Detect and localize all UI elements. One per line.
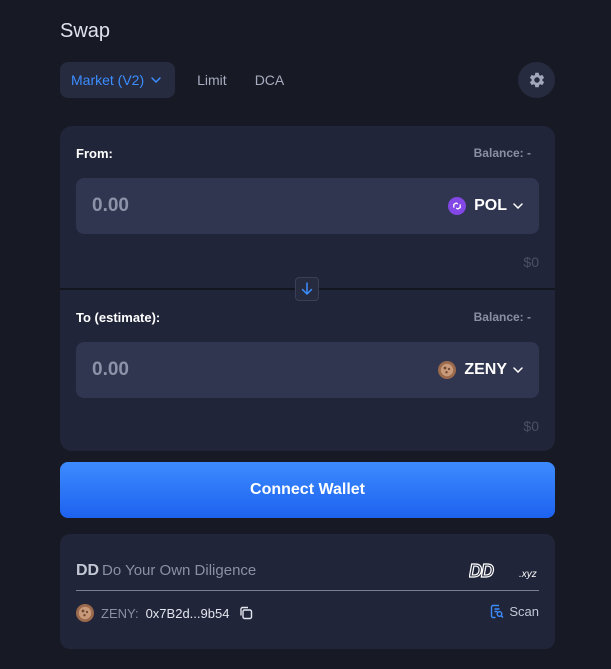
scan-label: Scan xyxy=(509,604,539,619)
dd-logo: DD .xyz xyxy=(469,562,537,580)
from-usd-value: $0 xyxy=(523,254,539,270)
order-type-tabs: Market (V2) Limit DCA xyxy=(60,62,284,98)
tab-market-label: Market (V2) xyxy=(71,72,145,88)
from-label: From: xyxy=(76,146,113,161)
svg-text:.xyz: .xyz xyxy=(519,569,537,580)
to-token-name: ZENY xyxy=(464,361,507,378)
chevron-down-icon xyxy=(513,203,523,209)
scan-icon xyxy=(491,604,504,619)
chevron-down-icon xyxy=(151,77,161,83)
to-usd-value: $0 xyxy=(523,418,539,434)
from-token-select[interactable]: POL xyxy=(448,178,523,234)
dd-token-info: ZENY: 0x7B2d...9b54 xyxy=(76,604,253,622)
chevron-down-icon xyxy=(513,367,523,373)
to-balance: Balance: - xyxy=(473,310,531,324)
arrow-down-icon xyxy=(301,282,313,295)
swap-direction-button[interactable] xyxy=(295,277,319,301)
tab-limit[interactable]: Limit xyxy=(197,72,227,88)
copy-icon[interactable] xyxy=(239,606,253,620)
page-title: Swap xyxy=(60,20,111,42)
to-amount-field[interactable]: 0.00 ZENY xyxy=(76,342,539,398)
zeny-token-icon xyxy=(76,604,94,622)
svg-text:DD: DD xyxy=(469,562,494,580)
dd-token-address: 0x7B2d...9b54 xyxy=(145,605,230,621)
dd-brand: DD xyxy=(76,562,100,579)
gear-icon xyxy=(529,72,544,88)
pol-token-icon xyxy=(448,197,467,215)
zeny-token-icon xyxy=(438,361,457,379)
settings-button[interactable] xyxy=(518,62,555,98)
dd-tagline: Do Your Own Diligence xyxy=(102,562,257,579)
from-token-name: POL xyxy=(474,197,507,214)
connect-wallet-button[interactable]: Connect Wallet xyxy=(60,462,555,518)
dd-card: DD Do Your Own Diligence DD .xyz ZENY: 0… xyxy=(60,534,555,649)
to-amount-value: 0.00 xyxy=(92,359,129,380)
to-label: To (estimate): xyxy=(76,310,161,325)
from-amount-field[interactable]: 0.00 POL xyxy=(76,178,539,234)
tab-dca[interactable]: DCA xyxy=(255,72,285,88)
from-balance: Balance: - xyxy=(473,146,531,160)
from-amount-value: 0.00 xyxy=(92,195,129,216)
to-token-select[interactable]: ZENY xyxy=(438,342,523,398)
dd-token-name: ZENY: xyxy=(101,605,139,621)
dd-divider xyxy=(76,590,539,591)
scan-button[interactable]: Scan xyxy=(490,604,539,619)
tab-market[interactable]: Market (V2) xyxy=(60,62,176,98)
